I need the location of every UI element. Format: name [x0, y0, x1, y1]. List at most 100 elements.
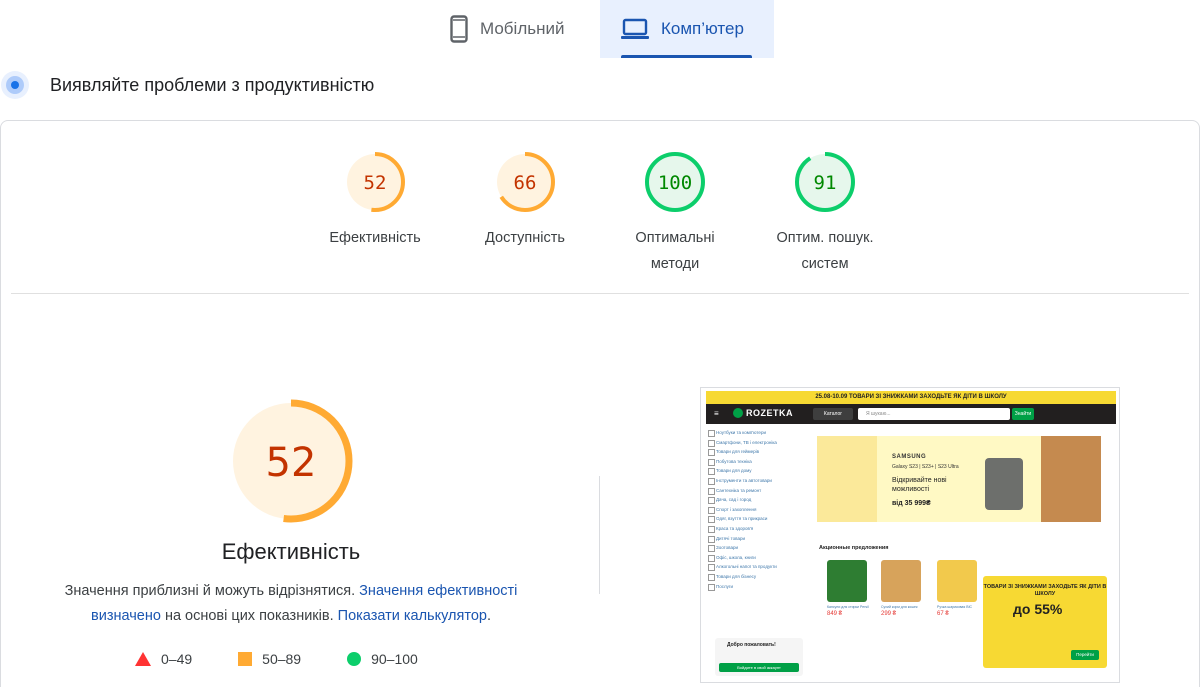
phone-icon: [450, 15, 468, 43]
score-value: 100: [658, 172, 692, 194]
legend-item-fail: 0–49: [135, 651, 192, 667]
shot-promo-bar: 25.08-10.09 ТОВАРИ ЗІ ЗНИЖКАМИ ЗАХОДЬТЕ …: [706, 391, 1116, 404]
shot-product: Ручка шариковая BIC 67 ₴: [937, 560, 983, 630]
product-price: 849 ₴: [827, 611, 843, 617]
red-triangle-icon: [135, 652, 151, 666]
lighthouse-icon: [1, 71, 29, 99]
score-label-line1: Оптимальні: [635, 230, 715, 246]
popup-button: Перейти: [1071, 650, 1099, 660]
score-value: 52: [364, 172, 387, 194]
banner-model: Galaxy S23 | S23+ | S23 Ultra: [892, 464, 959, 470]
shot-header: ≡ ROZETKA Каталог Я шукаю... Знайти: [706, 404, 1116, 424]
shot-sidebar-item: Одяг, взуття та прикраси: [706, 514, 806, 524]
tab-desktop[interactable]: Комп’ютер: [600, 0, 774, 58]
laptop-icon: [621, 18, 649, 39]
shot-sidebar-item: Товари для геймерів: [706, 447, 806, 457]
shot-catalog-button: Каталог: [813, 408, 853, 420]
legend-label: 0–49: [161, 651, 193, 667]
main-score-value: 52: [266, 440, 317, 486]
popup-discount: до 55%: [1013, 601, 1063, 617]
main-score-gauge: 52: [229, 399, 353, 523]
desc-text: на основі цих показників.: [160, 608, 338, 624]
shot-product: Сухий корм для кошек 299 ₴: [881, 560, 927, 630]
score-label-line2: методи: [650, 256, 700, 272]
gauge-ring: 91: [795, 152, 855, 212]
score-label: Оптим. пошук. систем: [765, 225, 885, 277]
page-screenshot: 25.08-10.09 ТОВАРИ ЗІ ЗНИЖКАМИ ЗАХОДЬТЕ …: [700, 387, 1120, 683]
divider: [11, 293, 1189, 294]
product-name: Капсули для стирки Persil: [827, 605, 869, 609]
score-gauge-performance[interactable]: 52 Ефективність: [315, 151, 435, 251]
score-label-line1: Оптим. пошук.: [776, 230, 874, 246]
banner-brand: SAMSUNG: [892, 454, 927, 460]
main-score-label: Ефективність: [221, 539, 361, 564]
tab-mobile-label: Мобільний: [480, 19, 565, 38]
link-calculator[interactable]: Показати калькулятор: [338, 608, 487, 624]
shot-sidebar-item: Алкогольні напої та продукти: [706, 562, 806, 572]
shot-sidebar-item: Офіс, школа, книги: [706, 553, 806, 563]
section-heading: Виявляйте проблеми з продуктивністю: [0, 68, 374, 102]
desc-text: Значення приблизні й можуть відрізнятися…: [64, 583, 360, 599]
shot-search: Я шукаю...: [858, 408, 1010, 420]
shot-sidebar-item: Товари для дому: [706, 466, 806, 476]
shot-sidebar-item: Ноутбуки та комп'ютери: [706, 428, 806, 438]
legend-label: 90–100: [371, 651, 418, 667]
score-label: Оптимальні методи: [615, 225, 735, 277]
shot-sidebar-item: Сантехніка та ремонт: [706, 486, 806, 496]
shot-sidebar-item: Зоотовари: [706, 543, 806, 553]
product-name: Ручка шариковая BIC: [937, 605, 973, 609]
score-gauge-accessibility[interactable]: 66 Доступність: [465, 151, 585, 251]
active-tab-indicator: [621, 55, 752, 58]
tab-desktop-label: Комп’ютер: [661, 19, 744, 38]
shot-sidebar-item: Інструменти та автотовари: [706, 476, 806, 486]
shot-login: Добро пожаловать! Войдите в свой аккаунт: [715, 638, 803, 676]
menu-icon: ≡: [714, 409, 719, 418]
shot-logo: ROZETKA: [733, 408, 793, 418]
banner-headline: Відкривайте нові можливості: [892, 477, 947, 493]
shot-sidebar-item: Дитячі товари: [706, 534, 806, 544]
shot-popup: ТОВАРИ ЗІ ЗНИЖКАМИ ЗАХОДЬТЕ ЯК ДІТИ В ШК…: [983, 576, 1107, 668]
desc-text: .: [486, 608, 491, 624]
device-tabs: Мобільний Комп’ютер: [0, 0, 1201, 58]
shot-sidebar-item: Товари для бізнесу: [706, 572, 806, 582]
score-gauge-seo[interactable]: 91 Оптим. пошук. систем: [765, 151, 885, 277]
tab-mobile[interactable]: Мобільний: [432, 0, 600, 58]
banner-price: від 35 999₴: [892, 500, 931, 507]
shot-find-button: Знайти: [1012, 408, 1034, 420]
product-name: Сухий корм для кошек: [881, 605, 918, 609]
score-value: 66: [514, 172, 537, 194]
gauge-ring: 52: [345, 152, 405, 212]
product-price: 67 ₴: [937, 611, 949, 617]
orange-square-icon: [238, 652, 253, 666]
legend-item-average: 50–89: [238, 651, 301, 667]
legend-item-pass: 90–100: [347, 651, 418, 667]
score-label-line2: систем: [801, 256, 849, 272]
shot-sidebar-item: Дача, сад і город: [706, 495, 806, 505]
shot-sidebar-item: Побутова техніка: [706, 457, 806, 467]
login-button: Войдите в свой аккаунт: [719, 663, 799, 672]
shot-sidebar-item: Смартфони, ТВ і електроніка: [706, 438, 806, 448]
report-card: 52 Ефективність 66 Доступність 100 Оптим…: [0, 120, 1200, 687]
shot-sidebar-item: Краса та здоров'я: [706, 524, 806, 534]
green-circle-icon: [347, 652, 362, 666]
gauge-ring: 100: [645, 152, 705, 212]
section-heading-text: Виявляйте проблеми з продуктивністю: [50, 74, 375, 95]
product-price: 299 ₴: [881, 611, 897, 617]
score-label: Ефективність: [329, 230, 421, 246]
shot-logo-text: ROZETKA: [746, 408, 793, 418]
score-label: Доступність: [485, 230, 565, 246]
shot-sidebar-item: Спорт і захоплення: [706, 505, 806, 515]
shot-sidebar-item: Послуги: [706, 582, 806, 592]
legend-label: 50–89: [262, 651, 302, 667]
login-title: Добро пожаловать!: [727, 642, 776, 648]
shot-banner: SAMSUNG Galaxy S23 | S23+ | S23 Ultra Ві…: [817, 436, 1101, 522]
score-gauge-best-practices[interactable]: 100 Оптимальні методи: [615, 151, 735, 277]
gauge-ring: 66: [495, 152, 555, 212]
popup-text: ТОВАРИ ЗІ ЗНИЖКАМИ ЗАХОДЬТЕ ЯК ДІТИ В ШК…: [983, 584, 1107, 597]
score-legend: 0–49 50–89 90–100: [135, 651, 464, 667]
shot-product: Капсули для стирки Persil 849 ₴: [827, 560, 873, 630]
vertical-divider: [599, 476, 600, 594]
score-value: 91: [814, 172, 837, 194]
shot-products-title: Акционные предложения: [819, 545, 889, 551]
score-description: Значення приблизні й можуть відрізнятися…: [41, 579, 541, 629]
